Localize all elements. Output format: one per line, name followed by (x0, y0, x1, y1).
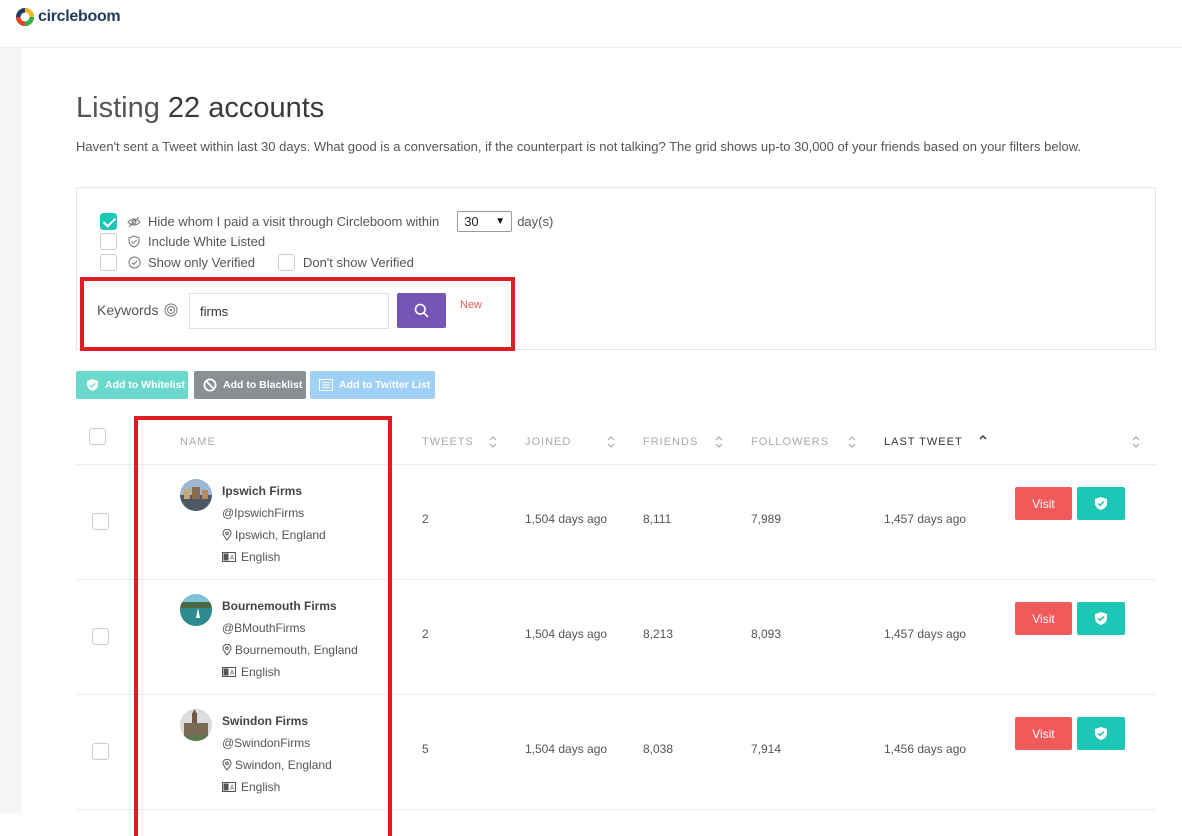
column-header-tweets[interactable]: TWEETS (422, 436, 474, 448)
sort-icon[interactable] (488, 435, 498, 449)
include-whitelisted-label: Include White Listed (148, 234, 266, 249)
row-checkbox[interactable] (92, 513, 109, 530)
verified-badge-icon (127, 256, 141, 270)
hide-visited-label: Hide whom I paid a visit through Circleb… (148, 214, 440, 229)
row-checkbox[interactable] (92, 743, 109, 760)
column-header-followers[interactable]: FOLLOWERS (751, 436, 829, 448)
page-subtitle: Haven't sent a Tweet within last 30 days… (76, 139, 1082, 154)
friends-count: 8,213 (643, 627, 674, 641)
page-title: Listing 22 accounts (76, 92, 324, 125)
last-tweet-value: 1,457 days ago (884, 512, 967, 526)
title-prefix: Listing (76, 92, 160, 124)
shield-check-icon (1095, 727, 1107, 740)
name-column-highlight-box (134, 416, 392, 836)
joined-value: 1,504 days ago (525, 512, 608, 526)
sort-icon[interactable] (606, 435, 616, 449)
left-gutter (0, 48, 21, 813)
list-icon (319, 378, 333, 392)
select-all-checkbox[interactable] (89, 428, 106, 445)
show-verified-checkbox[interactable] (100, 254, 117, 271)
followers-count: 8,093 (751, 627, 782, 641)
add-to-whitelist-button[interactable]: Add to Whitelist (76, 371, 188, 399)
dont-show-verified-label: Don't show Verified (302, 255, 414, 270)
sort-ascending-icon[interactable] (978, 432, 988, 446)
shield-check-icon (127, 235, 141, 249)
column-header-last-tweet[interactable]: LAST TWEET (884, 436, 963, 448)
keywords-highlight-box (80, 277, 515, 351)
add-to-twitter-list-label: Add to Twitter List (339, 379, 431, 391)
friends-count: 8,038 (643, 742, 674, 756)
sort-icon[interactable] (714, 435, 724, 449)
brand-logo[interactable]: circleboom (14, 6, 121, 28)
hide-visited-checkbox[interactable] (100, 213, 117, 230)
brand-name: circleboom (38, 8, 121, 25)
title-count: 22 accounts (167, 92, 325, 124)
sort-icon[interactable] (1131, 435, 1141, 449)
ban-icon (203, 378, 217, 392)
friends-count: 8,111 (643, 512, 672, 526)
column-header-friends[interactable]: FRIENDS (643, 436, 698, 448)
whitelist-button[interactable] (1077, 487, 1125, 520)
add-to-blacklist-label: Add to Blacklist (223, 379, 303, 391)
shield-check-icon (85, 378, 99, 392)
tweets-count: 5 (422, 742, 429, 756)
dont-show-verified-checkbox[interactable] (277, 254, 295, 271)
add-to-whitelist-label: Add to Whitelist (105, 379, 185, 391)
followers-count: 7,989 (751, 512, 782, 526)
tweets-count: 2 (422, 627, 429, 641)
days-unit-label: day(s) (517, 214, 554, 229)
column-header-joined[interactable]: JOINED (525, 436, 571, 448)
whitelist-button[interactable] (1077, 602, 1125, 635)
shield-check-icon (1095, 612, 1107, 625)
filter-include-whitelisted: Include White Listed (100, 233, 265, 250)
whitelist-button[interactable] (1077, 717, 1125, 750)
visit-button[interactable]: Visit (1015, 487, 1072, 520)
circleboom-logo-icon (16, 8, 34, 26)
days-select-value: 30 (464, 214, 479, 229)
last-tweet-value: 1,457 days ago (884, 627, 967, 641)
include-whitelisted-checkbox[interactable] (100, 233, 117, 250)
show-verified-label: Show only Verified (148, 255, 255, 270)
filter-verified-row: Show only Verified Don't show Verified (100, 254, 414, 271)
joined-value: 1,504 days ago (525, 627, 608, 641)
row-checkbox[interactable] (92, 628, 109, 645)
eye-slash-icon (127, 215, 141, 229)
top-bar: circleboom (0, 0, 1182, 48)
days-select[interactable]: 30 ▼ (457, 211, 513, 232)
visit-button[interactable]: Visit (1015, 602, 1072, 635)
shield-check-icon (1095, 497, 1107, 510)
visit-button[interactable]: Visit (1015, 717, 1072, 750)
filter-hide-visited: Hide whom I paid a visit through Circleb… (100, 211, 553, 232)
tweets-count: 2 (422, 512, 429, 526)
add-to-twitter-list-button[interactable]: Add to Twitter List (310, 371, 435, 399)
caret-down-icon: ▼ (495, 216, 506, 227)
sort-icon[interactable] (847, 435, 857, 449)
joined-value: 1,504 days ago (525, 742, 608, 756)
add-to-blacklist-button[interactable]: Add to Blacklist (194, 371, 306, 399)
followers-count: 7,914 (751, 742, 782, 756)
last-tweet-value: 1,456 days ago (884, 742, 967, 756)
